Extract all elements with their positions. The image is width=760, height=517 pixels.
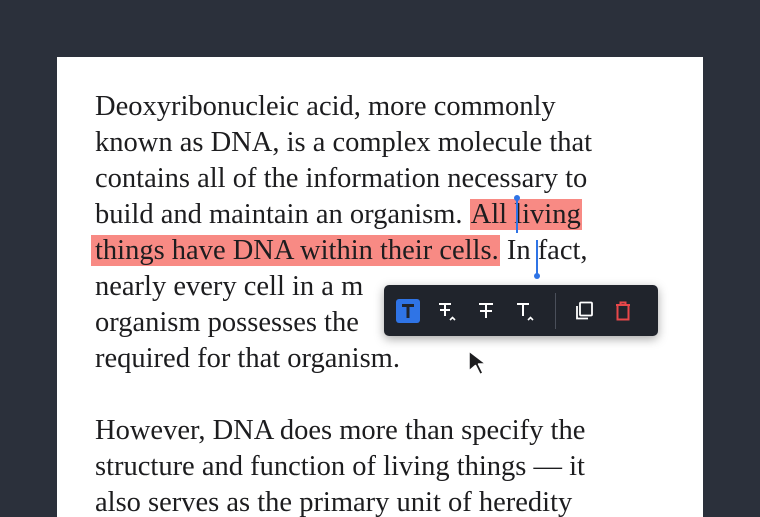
- text-span: build and maintain an organism.: [95, 199, 470, 230]
- delete-button[interactable]: [611, 299, 635, 323]
- text-line: However, DNA does more than specify the: [95, 415, 586, 446]
- selection-end-handle[interactable]: [534, 240, 540, 279]
- text-line: contains all of the information necessar…: [95, 163, 588, 194]
- selection-start-handle[interactable]: [514, 195, 520, 233]
- strikeout-icon: [474, 299, 498, 323]
- mouse-pointer-icon: [467, 350, 489, 381]
- insert-text-icon: [513, 299, 537, 323]
- text-line: things have DNA within their cells. In f…: [91, 233, 670, 269]
- highlight-annotation[interactable]: All living: [469, 199, 582, 230]
- text-span: In fact,: [499, 235, 588, 266]
- delete-icon: [611, 299, 635, 323]
- text-line: required for that organism.: [95, 343, 400, 374]
- copy-icon: [572, 299, 596, 323]
- text-line: known as DNA, is a complex molecule that: [95, 127, 593, 158]
- highlight-annotation[interactable]: things have DNA within their cells.: [91, 235, 500, 266]
- toolbar-divider: [555, 292, 556, 329]
- text-line: Deoxyribonucleic acid, more commonly: [95, 91, 556, 122]
- copy-button[interactable]: [572, 299, 596, 323]
- strikeout-caret-icon: [435, 299, 459, 323]
- text-line: structure and function of living things …: [95, 451, 585, 482]
- strikeout-caret-button[interactable]: [435, 299, 459, 323]
- insert-text-button[interactable]: [513, 299, 537, 323]
- highlight-text-icon: [396, 299, 420, 323]
- text-line: build and maintain an organism. All livi…: [95, 197, 670, 233]
- annotation-toolbar: [384, 285, 658, 336]
- highlight-text-button[interactable]: [396, 298, 420, 323]
- text-line: also serves as the primary unit of hered…: [95, 487, 573, 517]
- strikeout-button[interactable]: [474, 299, 498, 323]
